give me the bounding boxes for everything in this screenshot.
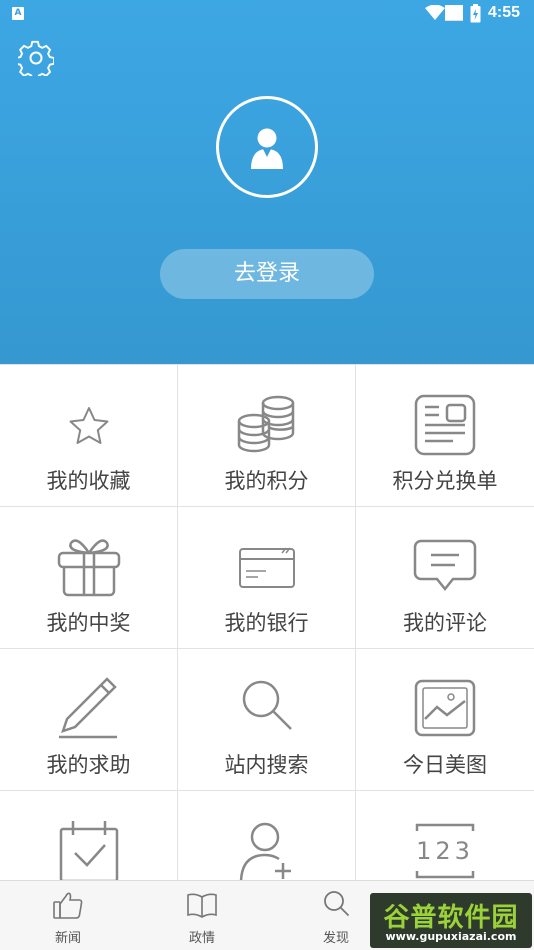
login-button[interactable]: 去登录 <box>160 249 374 299</box>
person-icon <box>251 128 283 169</box>
grid-item-label: 我的收藏 <box>46 469 131 493</box>
number-icon-text: 123 <box>416 837 474 865</box>
grid-item-bank[interactable]: 我的银行 <box>178 507 356 649</box>
tab-label: 政情 <box>188 931 215 946</box>
grid-item-label: 我的积分 <box>224 469 309 493</box>
grid-item-label: 站内搜索 <box>224 753 309 777</box>
avatar[interactable] <box>216 96 318 198</box>
grid-item-prizes[interactable]: 我的中奖 <box>0 507 178 649</box>
grid-item-comments[interactable]: 我的评论 <box>356 507 534 649</box>
search-icon <box>324 891 350 917</box>
search-icon <box>242 680 292 730</box>
tab-news[interactable]: 新闻 <box>18 881 118 950</box>
signal-icon <box>445 5 463 21</box>
feature-grid: 我的收藏 我的积分 积分兑换单 我的中奖 我的银行 我的评论 我的求助 站内搜索… <box>0 364 534 880</box>
grid-item-label: 积分兑换单 <box>392 469 498 493</box>
grid-item-points[interactable]: 我的积分 <box>178 365 356 507</box>
grid-item-label: 我的中奖 <box>46 611 131 635</box>
number-icon: 123 <box>415 823 475 879</box>
grid-item-numbers[interactable]: 123 <box>356 791 534 880</box>
add-user-icon <box>239 822 291 880</box>
thumbs-up-icon <box>53 892 83 919</box>
calendar-check-icon <box>59 821 118 880</box>
grid-item-add-friend[interactable] <box>178 791 356 880</box>
card-icon <box>238 547 295 588</box>
watermark: 谷普软件园 www.gupuxiazai.com <box>370 893 532 948</box>
settings-button[interactable] <box>15 40 56 81</box>
grid-item-checkin[interactable] <box>0 791 178 880</box>
battery-icon <box>470 4 481 23</box>
grid-item-daily-picture[interactable]: 今日美图 <box>356 649 534 791</box>
grid-item-help-requests[interactable]: 我的求助 <box>0 649 178 791</box>
grid-item-exchange-orders[interactable]: 积分兑换单 <box>356 365 534 507</box>
comment-icon <box>413 539 477 592</box>
grid-item-label: 今日美图 <box>403 753 487 777</box>
star-icon <box>69 407 108 444</box>
pencil-icon <box>58 677 117 739</box>
book-icon <box>187 893 217 918</box>
picture-icon <box>414 679 476 737</box>
tab-label: 新闻 <box>54 931 81 946</box>
gear-icon <box>15 40 56 81</box>
grid-item-label: 我的评论 <box>403 611 487 635</box>
grid-item-favorites[interactable]: 我的收藏 <box>0 365 178 507</box>
coins-icon <box>237 395 294 453</box>
watermark-url: www.gupuxiazai.com <box>385 930 517 943</box>
grid-item-label: 我的求助 <box>46 753 131 777</box>
app-badge: A <box>12 7 24 20</box>
grid-item-label: 我的银行 <box>224 611 309 635</box>
gift-icon <box>57 539 120 597</box>
clock: 4:55 <box>488 4 521 21</box>
wifi-icon <box>425 5 445 20</box>
status-bar: A 4:55 <box>0 0 534 28</box>
watermark-title: 谷普软件园 <box>383 903 519 933</box>
voucher-icon <box>414 394 476 456</box>
profile-header: A 4:55 去登录 <box>0 0 534 364</box>
grid-item-site-search[interactable]: 站内搜索 <box>178 649 356 791</box>
tab-politics[interactable]: 政情 <box>152 881 252 950</box>
